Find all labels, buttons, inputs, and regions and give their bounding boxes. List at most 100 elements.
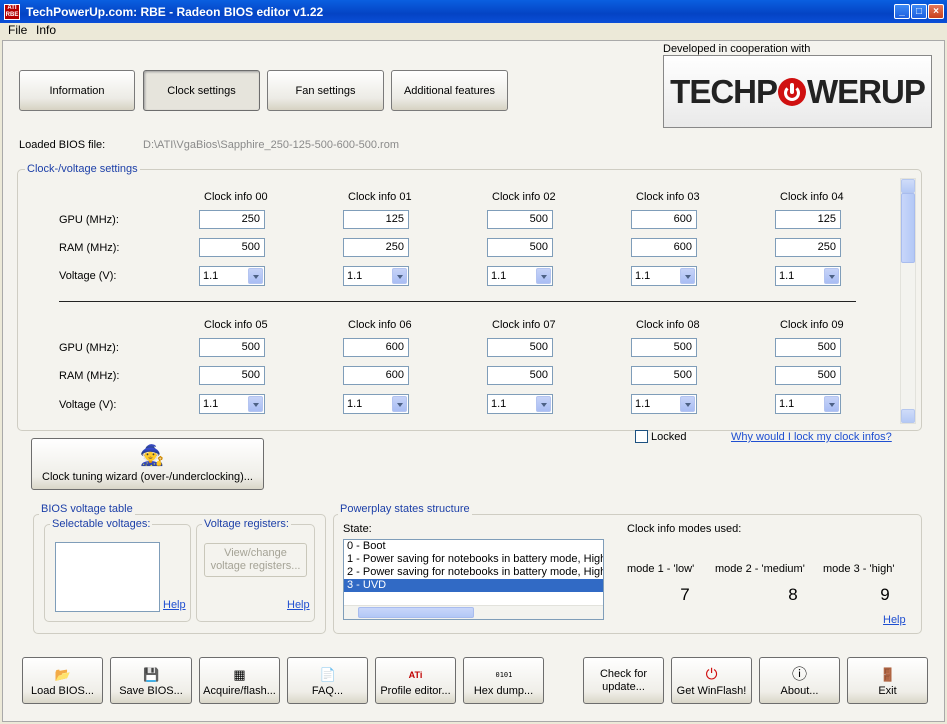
voltage-select[interactable]: 1.1: [631, 394, 697, 414]
ram-clock-field[interactable]: 500: [775, 366, 841, 385]
voltage-select[interactable]: 1.1: [775, 394, 841, 414]
mode-1-value: 7: [680, 585, 690, 604]
list-horizontal-scrollbar[interactable]: [344, 605, 603, 619]
gpu-clock-field[interactable]: 600: [631, 210, 697, 229]
gpu-clock-field[interactable]: 500: [631, 338, 697, 357]
about-button[interactable]: ⓘ About...: [759, 657, 840, 704]
about-icon: ⓘ: [791, 666, 807, 683]
help-link[interactable]: Help: [163, 599, 186, 611]
clock-info-header: Clock info 09: [780, 319, 844, 331]
list-item[interactable]: 1 - Power saving for notebooks in batter…: [344, 553, 603, 566]
gpu-clock-field[interactable]: 600: [343, 338, 409, 357]
chevron-down-icon[interactable]: [248, 396, 263, 412]
ram-clock-field[interactable]: 250: [775, 238, 841, 257]
voltage-select[interactable]: 1.1: [631, 266, 697, 286]
chevron-down-icon[interactable]: [536, 268, 551, 284]
techpowerup-logo[interactable]: TECHP WERUP: [663, 55, 932, 128]
bios-voltage-title: BIOS voltage table: [39, 503, 135, 515]
chevron-down-icon[interactable]: [248, 268, 263, 284]
gpu-clock-field[interactable]: 250: [199, 210, 265, 229]
profile-editor-button[interactable]: ATi Profile editor...: [375, 657, 456, 704]
loaded-bios-label: Loaded BIOS file:: [19, 139, 106, 151]
list-item-selected[interactable]: 3 - UVD: [344, 579, 603, 592]
close-button[interactable]: ×: [928, 4, 944, 19]
faq-button[interactable]: 📄 FAQ...: [287, 657, 368, 704]
gpu-clock-field[interactable]: 125: [775, 210, 841, 229]
clock-info-header: Clock info 05: [204, 319, 268, 331]
hscroll-thumb[interactable]: [358, 607, 474, 618]
tab-information[interactable]: Information: [19, 70, 135, 111]
tab-additional-features[interactable]: Additional features: [391, 70, 508, 111]
button-label: Check for update...: [599, 667, 648, 693]
load-bios-button[interactable]: 📂 Load BIOS...: [22, 657, 103, 704]
voltage-select[interactable]: 1.1: [343, 266, 409, 286]
chevron-down-icon[interactable]: [392, 268, 407, 284]
gpu-clock-field[interactable]: 500: [487, 338, 553, 357]
scroll-thumb[interactable]: [901, 193, 915, 263]
scroll-down-button[interactable]: [901, 409, 915, 423]
menu-info[interactable]: Info: [36, 23, 56, 37]
chevron-down-icon[interactable]: [392, 396, 407, 412]
exit-button[interactable]: 🚪 Exit: [847, 657, 928, 704]
ram-clock-field[interactable]: 600: [343, 366, 409, 385]
why-lock-link[interactable]: Why would I lock my clock infos?: [731, 431, 892, 443]
help-link[interactable]: Help: [287, 599, 310, 611]
voltage-registers-title: Voltage registers:: [202, 518, 291, 530]
help-link[interactable]: Help: [883, 614, 906, 626]
powerplay-state-list[interactable]: 0 - Boot 1 - Power saving for notebooks …: [343, 539, 604, 620]
power-icon: ⏻: [705, 666, 718, 683]
mode-3-value: 9: [880, 585, 890, 604]
chevron-down-icon[interactable]: [680, 268, 695, 284]
clock-info-header: Clock info 07: [492, 319, 556, 331]
gpu-clock-field[interactable]: 500: [487, 210, 553, 229]
minimize-button[interactable]: _: [894, 4, 910, 19]
gpu-clock-field[interactable]: 125: [343, 210, 409, 229]
hex-dump-button[interactable]: 0101 Hex dump...: [463, 657, 544, 704]
check-update-button[interactable]: Check for update...: [583, 657, 664, 704]
list-item[interactable]: 0 - Boot: [344, 540, 603, 553]
voltage-select[interactable]: 1.1: [343, 394, 409, 414]
ram-clock-field[interactable]: 500: [199, 238, 265, 257]
loaded-bios-path: D:\ATI\VgaBios\Sapphire_250-125-500-600-…: [143, 139, 400, 151]
ram-clock-field[interactable]: 600: [631, 238, 697, 257]
maximize-button[interactable]: □: [911, 4, 927, 19]
tab-clock-settings[interactable]: Clock settings: [143, 70, 260, 111]
ram-clock-field[interactable]: 500: [487, 366, 553, 385]
gpu-clock-field[interactable]: 500: [199, 338, 265, 357]
chevron-down-icon[interactable]: [824, 268, 839, 284]
ram-clock-field[interactable]: 500: [199, 366, 265, 385]
clock-scrollbar[interactable]: [900, 178, 916, 424]
ram-clock-field[interactable]: 500: [487, 238, 553, 257]
ram-clock-field[interactable]: 500: [631, 366, 697, 385]
tab-fan-settings[interactable]: Fan settings: [267, 70, 384, 111]
save-bios-button[interactable]: 💾 Save BIOS...: [110, 657, 192, 704]
list-item[interactable]: 2 - Power saving for notebooks in batter…: [344, 566, 603, 579]
chevron-down-icon[interactable]: [536, 396, 551, 412]
ram-clock-field[interactable]: 250: [343, 238, 409, 257]
voltage-select[interactable]: 1.1: [199, 266, 265, 286]
view-change-registers-button[interactable]: View/change voltage registers...: [204, 543, 307, 577]
wizard-icon: 🧙: [139, 445, 165, 467]
gpu-clock-field[interactable]: 500: [775, 338, 841, 357]
acquire-flash-button[interactable]: ▦ Acquire/flash...: [199, 657, 280, 704]
scroll-up-button[interactable]: [901, 179, 915, 193]
voltage-value: 1.1: [491, 270, 507, 282]
voltage-select[interactable]: 1.1: [199, 394, 265, 414]
voltage-select[interactable]: 1.1: [775, 266, 841, 286]
title-bar[interactable]: ATI RBE TechPowerUp.com: RBE - Radeon BI…: [0, 0, 947, 23]
locked-checkbox[interactable]: [635, 430, 648, 443]
menu-file[interactable]: File: [8, 23, 27, 37]
power-icon: [778, 77, 806, 106]
selectable-voltages-list[interactable]: [55, 542, 160, 612]
voltage-select[interactable]: 1.1: [487, 266, 553, 286]
exit-door-icon: 🚪: [879, 667, 896, 682]
mode-3-label: mode 3 - 'high': [823, 563, 895, 575]
ram-label: RAM (MHz):: [59, 370, 120, 382]
clock-tuning-wizard-button[interactable]: 🧙 Clock tuning wizard (over-/underclocki…: [31, 438, 264, 490]
chevron-down-icon[interactable]: [680, 396, 695, 412]
separator-line: [59, 301, 856, 302]
get-winflash-button[interactable]: ⏻ Get WinFlash!: [671, 657, 752, 704]
voltage-select[interactable]: 1.1: [487, 394, 553, 414]
button-label: Save BIOS...: [119, 685, 183, 697]
chevron-down-icon[interactable]: [824, 396, 839, 412]
